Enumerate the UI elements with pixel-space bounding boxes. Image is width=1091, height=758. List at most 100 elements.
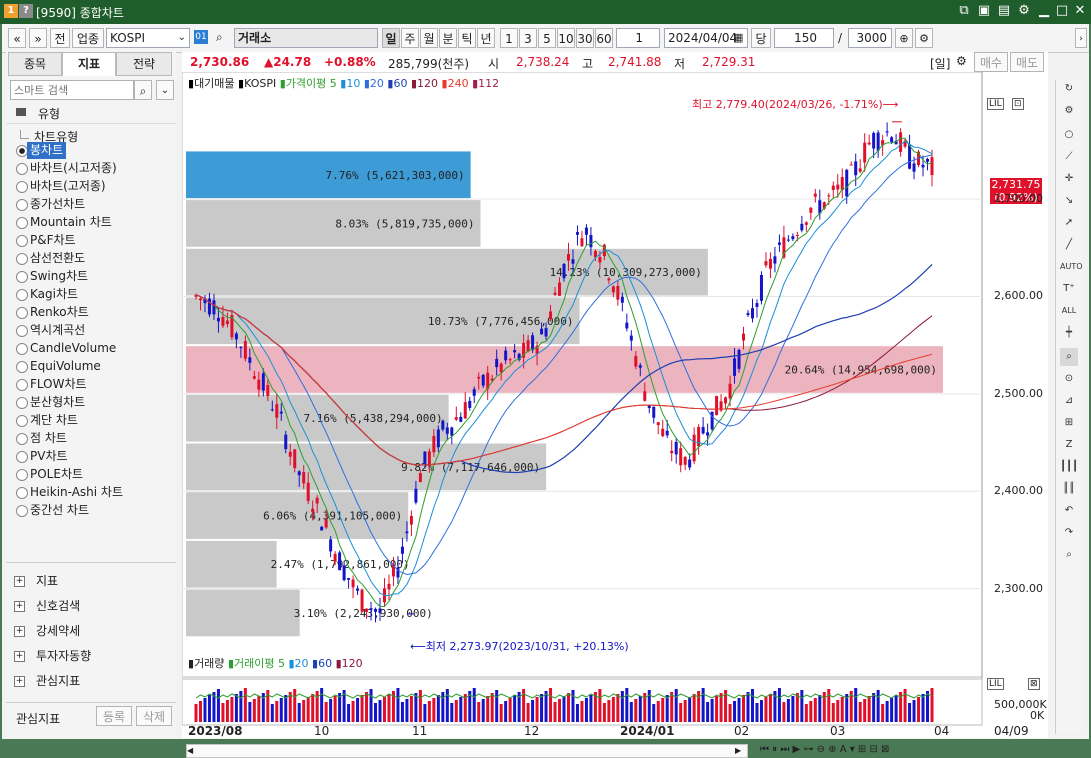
chart-type-item[interactable]: Swing차트	[30, 268, 88, 285]
auto-line-icon[interactable]: AUTO	[1060, 258, 1083, 276]
folder-label[interactable]: 유형	[38, 105, 60, 122]
chart-type-radio[interactable]	[16, 469, 28, 481]
arrow-icon[interactable]: ↘	[1060, 192, 1078, 210]
section-item[interactable]: + 지표	[6, 569, 176, 593]
interval-button[interactable]: 3	[519, 28, 537, 48]
gear-icon[interactable]: ⚙	[956, 54, 967, 68]
search-icon[interactable]: ⌕	[216, 30, 223, 45]
scroll-controls[interactable]: ⏮ ⏸ ⏭ ▶ ⊶ ⊖ ⊕ A ▾ ⊞ ⊟ ⊠	[760, 744, 889, 755]
zoom-icon[interactable]: ⊕	[895, 28, 913, 48]
chart-type-radio[interactable]	[16, 235, 28, 247]
chart-type-item[interactable]: 계단 차트	[30, 412, 78, 429]
chart-type-item[interactable]: 봉차트	[27, 142, 67, 159]
magnet-icon[interactable]: ⊙	[1060, 370, 1078, 388]
chart-type-radio[interactable]	[16, 361, 28, 373]
chart-type-radio[interactable]	[16, 487, 28, 499]
search-icon[interactable]: ⌕	[134, 80, 152, 100]
section-item[interactable]: + 관심지표	[6, 669, 176, 693]
chart-type-item[interactable]: 분산형차트	[30, 394, 85, 411]
line-icon[interactable]: ╱	[1060, 236, 1078, 254]
legend-item-kospi[interactable]: KOSPI	[244, 77, 276, 90]
grid-icon[interactable]: ⊞	[1060, 414, 1078, 432]
legend-item-vma120[interactable]: 120	[342, 657, 363, 670]
interval-button[interactable]: 60	[595, 28, 613, 48]
settings-icon[interactable]: ⚙	[1015, 3, 1033, 19]
legend-item-ma60[interactable]: 60	[393, 77, 407, 90]
redo-icon[interactable]: ↷	[1060, 524, 1078, 542]
expand-icon[interactable]: +	[14, 626, 25, 637]
chart-type-item[interactable]: PV차트	[30, 448, 68, 465]
legend-item-ma10[interactable]: 10	[346, 77, 360, 90]
period-tab[interactable]: 틱	[458, 28, 476, 48]
count1-input[interactable]: 1	[616, 28, 660, 48]
chart-type-radio[interactable]	[16, 307, 28, 319]
pointer-icon[interactable]: ➚	[1060, 214, 1078, 232]
chart-type-radio[interactable]	[16, 397, 28, 409]
smart-search-input[interactable]	[11, 81, 133, 99]
chart-type-radio[interactable]	[16, 433, 28, 445]
candle-icon[interactable]: ┿	[1060, 324, 1078, 342]
chart-type-radio[interactable]	[16, 289, 28, 301]
chart-type-item[interactable]: 바차트(고저종)	[30, 178, 106, 195]
legend-item-ma240[interactable]: 240	[448, 77, 469, 90]
chart-type-item[interactable]: P&F차트	[30, 232, 76, 249]
interval-button[interactable]: 10	[557, 28, 575, 48]
tab-strategy[interactable]: 전략	[116, 52, 172, 76]
chart-type-item[interactable]: Mountain 차트	[30, 214, 112, 231]
calendar-icon[interactable]: ▦	[733, 31, 743, 44]
chart-type-item[interactable]: 역시계곡선	[30, 322, 85, 339]
chart-type-radio[interactable]	[16, 451, 28, 463]
legend-item-vma5[interactable]: 거래이평 5	[234, 657, 285, 670]
minimize-icon[interactable]: ▁	[1035, 3, 1053, 19]
section-item[interactable]: + 신호검색	[6, 594, 176, 618]
tab-stock[interactable]: 종목	[8, 52, 62, 76]
chart-type-radio[interactable]	[16, 253, 28, 265]
code-badge[interactable]: 01	[194, 30, 208, 44]
pane-max-icon[interactable]: ⊡	[1012, 98, 1024, 110]
prev-button[interactable]: «	[8, 28, 26, 48]
chart-type-item[interactable]: CandleVolume	[30, 340, 116, 357]
gear-icon[interactable]: ⚙	[1060, 102, 1078, 120]
chart-type-item[interactable]: 삼선전환도	[30, 250, 85, 267]
chart-type-radio[interactable]	[16, 163, 28, 175]
link-icon[interactable]: ⧉	[955, 3, 973, 19]
cross-icon[interactable]: ✛	[1060, 170, 1078, 188]
gear-icon[interactable]: ⚙	[915, 28, 933, 48]
close-icon[interactable]: ✕	[1071, 3, 1089, 19]
legend-item-vma20[interactable]: 20	[295, 657, 309, 670]
chart-type-radio[interactable]	[16, 271, 28, 283]
dang-button[interactable]: 당	[751, 28, 771, 48]
delete-button[interactable]: 삭제	[136, 706, 172, 726]
register-button[interactable]: 등록	[96, 706, 132, 726]
expand-icon[interactable]: +	[14, 676, 25, 687]
text-icon[interactable]: T⁺	[1060, 280, 1078, 298]
expand-icon[interactable]: +	[14, 651, 25, 662]
chart-type-radio[interactable]	[16, 181, 28, 193]
tab-indicator[interactable]: 지표	[62, 52, 116, 76]
jeon-button[interactable]: 전	[50, 28, 70, 48]
expand-icon[interactable]: +	[14, 601, 25, 612]
chart-type-radio[interactable]	[16, 415, 28, 427]
legend-item-volume[interactable]: 거래량	[194, 657, 224, 670]
chart-type-item[interactable]: FLOW차트	[30, 376, 87, 393]
max-count-input[interactable]: 3000	[848, 28, 892, 48]
chart-area[interactable]: 7.76% (5,621,303,000) 8.03% (5,819,735,00…	[182, 72, 1048, 758]
chart-type-item[interactable]: 중간선 차트	[30, 502, 89, 519]
legend-item-ma20[interactable]: 20	[370, 77, 384, 90]
bars2-icon[interactable]: ║║	[1060, 480, 1078, 498]
scroll-right-icon[interactable]: ▶	[735, 745, 745, 757]
undo-icon[interactable]: ↶	[1060, 502, 1078, 520]
search-icon[interactable]: ⌕	[1060, 546, 1078, 564]
toolbar-collapse-button[interactable]: ›	[1075, 28, 1087, 48]
volume-pane-close-icon[interactable]: ⊠	[1028, 678, 1040, 690]
chart-type-radio[interactable]	[16, 199, 28, 211]
pane-resize-icon[interactable]: LIL	[987, 98, 1004, 110]
chart-type-item[interactable]: Heikin-Ashi 차트	[30, 484, 123, 501]
market-select[interactable]: KOSPI ⌄	[106, 28, 190, 48]
chart-type-item[interactable]: Kagi차트	[30, 286, 78, 303]
industry-button[interactable]: 업종	[72, 28, 104, 48]
legend-item-ma120[interactable]: 120	[417, 77, 438, 90]
interval-button[interactable]: 1	[500, 28, 518, 48]
interval-button[interactable]: 30	[576, 28, 594, 48]
chart-type-item[interactable]: 점 차트	[30, 430, 67, 447]
